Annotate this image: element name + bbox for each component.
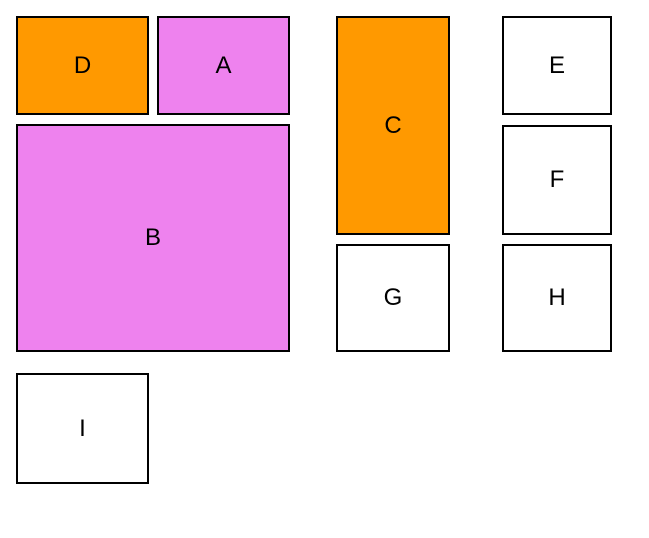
box-h-label: H (548, 284, 565, 312)
box-g: G (336, 244, 450, 352)
box-e-label: E (549, 52, 565, 80)
box-e: E (502, 16, 612, 115)
box-f-label: F (550, 166, 565, 194)
box-a-label: A (215, 52, 231, 80)
box-d-label: D (74, 52, 91, 80)
box-f: F (502, 125, 612, 235)
box-i: I (16, 373, 149, 484)
box-c-label: C (384, 112, 401, 140)
box-g-label: G (384, 284, 403, 312)
box-i-label: I (79, 415, 86, 443)
box-b-label: B (145, 224, 161, 252)
box-b: B (16, 124, 290, 352)
box-d: D (16, 16, 149, 115)
box-a: A (157, 16, 290, 115)
box-c: C (336, 16, 450, 235)
box-h: H (502, 244, 612, 352)
